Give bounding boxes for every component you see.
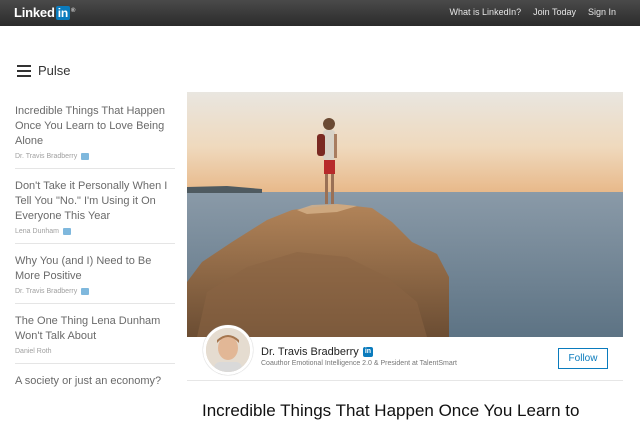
author-name: Dr. Travis Bradberry [15,153,78,160]
coastal-cliff-photo [187,92,623,337]
sidebar-article[interactable]: Incredible Things That Happen Once You L… [15,92,175,169]
sidebar-article-author: Lena Dunham [15,228,175,235]
sign-in-link[interactable]: Sign In [588,7,616,17]
sidebar-article-title[interactable]: Why You (and I) Need to Be More Positive [15,254,175,284]
linkedin-influencer-icon [81,153,90,160]
hamburger-menu-icon[interactable] [17,65,31,77]
logo-registered-mark: ® [70,7,76,14]
what-is-linkedin-link[interactable]: What is LinkedIn? [450,7,522,17]
avatar-portrait [206,328,250,372]
sidebar-article-title[interactable]: A society or just an economy? [15,374,175,389]
linkedin-influencer-icon: in [362,347,374,357]
pulse-label[interactable]: Pulse [38,63,71,78]
logo-text: Linked [14,5,55,20]
author-name[interactable]: Dr. Travis Bradberry [261,346,359,358]
author-avatar[interactable] [203,325,253,375]
related-articles-sidebar: Incredible Things That Happen Once You L… [15,92,175,397]
sidebar-article-title[interactable]: Incredible Things That Happen Once You L… [15,104,175,149]
logo-in-badge: in [55,6,70,20]
pulse-bar: Pulse [0,52,640,92]
author-name: Daniel Roth [15,348,52,355]
sidebar-article-title[interactable]: The One Thing Lena Dunham Won't Talk Abo… [15,314,175,344]
linkedin-logo[interactable]: Linked in ® [14,5,75,20]
follow-button[interactable]: Follow [558,348,608,369]
sidebar-article-author: Dr. Travis Bradberry [15,288,175,295]
author-name-line[interactable]: Dr. Travis Bradberry in [261,346,374,358]
sidebar-article[interactable]: The One Thing Lena Dunham Won't Talk Abo… [15,304,175,364]
sidebar-article-author: Dr. Travis Bradberry [15,153,175,160]
article-headline: Incredible Things That Happen Once You L… [202,401,580,420]
sidebar-article[interactable]: A society or just an economy? [15,364,175,397]
article-hero-image [187,92,623,337]
author-name: Lena Dunham [15,228,59,235]
top-navigation-bar: Linked in ® What is LinkedIn? Join Today S… [0,0,640,26]
sidebar-article[interactable]: Don't Take it Personally When I Tell You… [15,169,175,244]
linkedin-influencer-icon [81,288,90,295]
author-headline: Coauthor Emotional Intelligence 2.0 & Pr… [261,360,457,367]
header-links: What is LinkedIn? Join Today Sign In [450,7,616,17]
sidebar-article-author: Daniel Roth [15,348,175,355]
sidebar-article[interactable]: Why You (and I) Need to Be More Positive… [15,244,175,304]
author-bar: Dr. Travis Bradberry in Coauthor Emotion… [187,325,623,381]
linkedin-influencer-icon [62,228,71,235]
sidebar-article-title[interactable]: Don't Take it Personally When I Tell You… [15,179,175,224]
join-today-link[interactable]: Join Today [533,7,576,17]
author-name: Dr. Travis Bradberry [15,288,78,295]
